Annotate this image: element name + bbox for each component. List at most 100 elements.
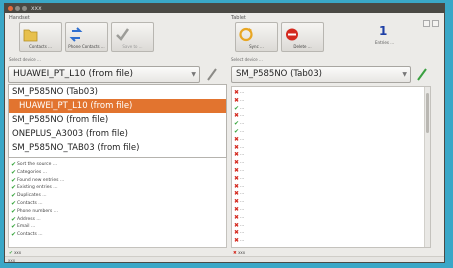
delete-label: Delete ... bbox=[293, 44, 312, 49]
check-icon: ✔ bbox=[11, 223, 17, 231]
maximize-window-button[interactable] bbox=[22, 6, 27, 11]
list-item-text: ... bbox=[240, 90, 245, 95]
checkmark-icon bbox=[116, 28, 130, 41]
list-item-text: ... bbox=[240, 222, 245, 228]
list-item[interactable]: ✔ Contacts ... bbox=[9, 200, 226, 208]
list-item-text: ... bbox=[240, 199, 245, 205]
list-item[interactable]: ✔ Duplicates ... bbox=[9, 192, 226, 200]
cross-icon: ✖ bbox=[234, 174, 240, 182]
list-item-text: ... bbox=[240, 214, 245, 220]
list-item-text: ... bbox=[240, 160, 245, 166]
list-item-text: ... bbox=[240, 136, 245, 142]
dropdown-option[interactable]: ONEPLUS_A3003 (from file) bbox=[9, 127, 226, 141]
sync-phone-label: Phone Contacts ... bbox=[68, 44, 105, 49]
dropdown-option[interactable]: SM_P585NO (Tab03) bbox=[9, 85, 226, 99]
title-bar: xxx bbox=[5, 4, 444, 13]
sync-phone-button[interactable]: Phone Contacts ... bbox=[65, 22, 108, 52]
swap-arrows-icon bbox=[69, 27, 83, 42]
list-item-text: ... bbox=[240, 152, 245, 158]
scrollbar-thumb[interactable] bbox=[426, 93, 429, 133]
list-item[interactable]: ✖... bbox=[232, 190, 430, 198]
right-device-label: Select device ... bbox=[231, 57, 263, 62]
cross-icon: ✖ bbox=[234, 213, 240, 221]
left-group-label: Handset bbox=[9, 15, 30, 21]
list-item[interactable]: ✔ Existing entries ... bbox=[9, 184, 226, 192]
list-item[interactable]: ✖... bbox=[232, 136, 430, 144]
check-icon: ✔ bbox=[11, 199, 17, 207]
dropdown-option-selected[interactable]: HUAWEI_PT_L10 (from file) bbox=[9, 99, 226, 113]
app-window: xxx Handset Contacts ... Phone Contacts … bbox=[4, 3, 445, 263]
cross-icon: ✖ bbox=[234, 112, 240, 120]
folder-icon bbox=[23, 29, 38, 42]
right-device-value: SM_P585NO (Tab03) bbox=[236, 69, 322, 79]
list-item[interactable]: ✖... bbox=[232, 222, 430, 230]
cross-icon: ✖ bbox=[234, 237, 240, 245]
check-icon: ✔ bbox=[11, 192, 17, 200]
cross-icon: ✖ bbox=[234, 96, 240, 104]
list-item[interactable]: ✔... bbox=[232, 128, 430, 136]
list-item[interactable]: ✔ Phone numbers ... bbox=[9, 208, 226, 216]
edit-pencil-icon[interactable] bbox=[205, 66, 219, 83]
list-item[interactable]: ✔ Sort the source ... bbox=[9, 161, 226, 169]
cross-icon: ✖ bbox=[234, 205, 240, 213]
cross-icon: ✖ bbox=[234, 151, 240, 159]
small-option-button-1[interactable] bbox=[423, 20, 430, 27]
left-device-value: HUAWEI_PT_L10 (from file) bbox=[13, 69, 134, 79]
refresh-button[interactable]: Sync ... bbox=[235, 22, 278, 52]
list-item[interactable]: ✖... bbox=[232, 198, 430, 206]
list-item-text: ... bbox=[240, 206, 245, 212]
check-icon: ✔ bbox=[11, 168, 17, 176]
scrollbar[interactable] bbox=[424, 87, 430, 247]
entry-count: 1 bbox=[379, 24, 388, 38]
list-item-text: ... bbox=[240, 175, 245, 181]
list-item[interactable]: ✔... bbox=[232, 120, 430, 128]
right-device-select[interactable]: SM_P585NO (Tab03) ▼ bbox=[231, 66, 411, 83]
list-item-text: Existing entries ... bbox=[17, 185, 58, 191]
list-item-text: ... bbox=[240, 183, 245, 189]
chevron-down-icon: ▼ bbox=[191, 71, 196, 78]
list-item-text: ... bbox=[240, 238, 245, 244]
list-item[interactable]: ✖... bbox=[232, 229, 430, 237]
dropdown-option[interactable]: SM_P585NO_TAB03 (from file) bbox=[9, 141, 226, 155]
list-item[interactable]: ✖... bbox=[232, 206, 430, 214]
check-icon: ✔ bbox=[11, 184, 17, 192]
cross-icon: ✖ bbox=[234, 143, 240, 151]
load-contacts-button[interactable]: Contacts ... bbox=[19, 22, 62, 52]
small-option-button-2[interactable] bbox=[432, 20, 439, 27]
right-entry-list[interactable]: ✖... ✖... ✔... ✖... ✔... ✔... ✖... ✖... ✖... ✖...… bbox=[231, 86, 431, 248]
cross-icon: ✖ bbox=[234, 198, 240, 206]
list-item[interactable]: ✖... bbox=[232, 159, 430, 167]
list-item[interactable]: ✔ Address ... bbox=[9, 216, 226, 224]
list-item[interactable]: ✖... bbox=[232, 89, 430, 97]
left-status-text: xxx bbox=[14, 250, 22, 255]
delete-button[interactable]: Delete ... bbox=[281, 22, 324, 52]
list-item[interactable]: ✔ Found new entries ... bbox=[9, 177, 226, 185]
list-item[interactable]: ✔ Contacts ... bbox=[9, 231, 226, 239]
dropdown-option[interactable]: SM_P585NO (from file) bbox=[9, 113, 226, 127]
save-button[interactable]: Save to ... bbox=[111, 22, 154, 52]
check-icon: ✔ bbox=[11, 215, 17, 223]
minimize-window-button[interactable] bbox=[15, 6, 20, 11]
list-item[interactable]: ✖... bbox=[232, 144, 430, 152]
cross-icon: ✖ bbox=[234, 229, 240, 237]
right-status-text: xxx bbox=[238, 250, 246, 255]
list-item[interactable]: ✖... bbox=[232, 167, 430, 175]
list-item[interactable]: ✔ Email ... bbox=[9, 223, 226, 231]
edit-pencil-icon[interactable] bbox=[415, 66, 429, 83]
left-device-select[interactable]: HUAWEI_PT_L10 (from file) ▼ bbox=[8, 66, 200, 83]
list-item-text: Email ... bbox=[17, 224, 36, 230]
list-item-text: ... bbox=[240, 230, 245, 236]
list-item-text: Contacts ... bbox=[17, 200, 43, 206]
list-item[interactable]: ✖... bbox=[232, 214, 430, 222]
cross-icon: ✖ bbox=[234, 190, 240, 198]
list-item[interactable]: ✖... bbox=[232, 237, 430, 245]
list-item[interactable]: ✖... bbox=[232, 151, 430, 159]
list-item[interactable]: ✖... bbox=[232, 112, 430, 120]
list-item[interactable]: ✖... bbox=[232, 175, 430, 183]
close-window-button[interactable] bbox=[8, 6, 13, 11]
list-item[interactable]: ✔... bbox=[232, 105, 430, 113]
list-item[interactable]: ✖... bbox=[232, 183, 430, 191]
list-item[interactable]: ✔ Categories ... bbox=[9, 169, 226, 177]
cross-icon: ✖ bbox=[234, 135, 240, 143]
list-item[interactable]: ✖... bbox=[232, 97, 430, 105]
